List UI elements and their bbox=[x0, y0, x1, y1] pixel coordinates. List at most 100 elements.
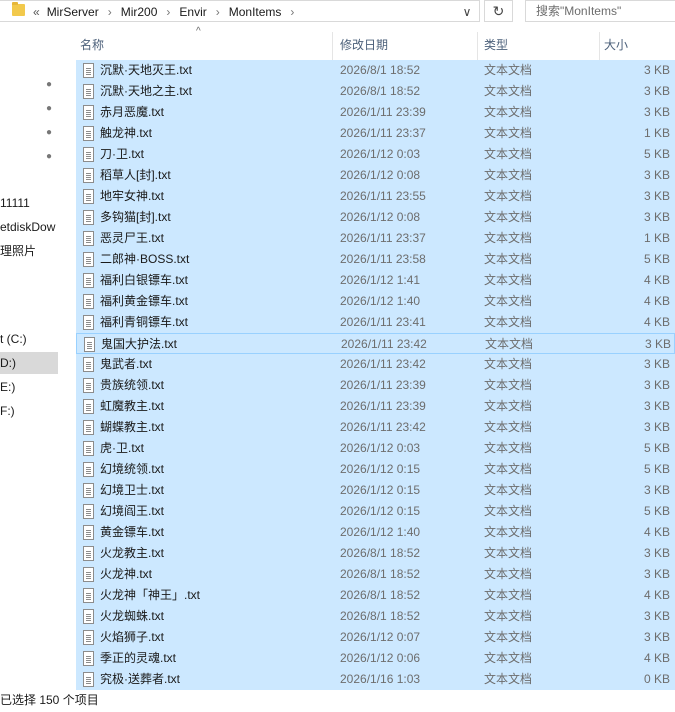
breadcrumb-monitems[interactable]: MonItems bbox=[229, 5, 282, 19]
text-file-icon bbox=[83, 567, 94, 582]
file-row[interactable]: 多钩猫[封].txt 2026/1/12 0:08 文本文档 3 KB bbox=[76, 207, 675, 228]
nav-item-drive-e[interactable]: E:) bbox=[0, 376, 58, 398]
chevron-right-icon[interactable]: › bbox=[290, 5, 294, 19]
file-size: 5 KB bbox=[643, 462, 670, 476]
text-file-icon bbox=[83, 294, 94, 309]
file-type: 文本文档 bbox=[484, 105, 533, 119]
text-file-icon bbox=[83, 105, 94, 120]
nav-item-drive-d[interactable]: D:) bbox=[0, 352, 58, 374]
nav-item-11111[interactable]: 11111 bbox=[0, 192, 58, 214]
file-row[interactable]: 触龙神.txt 2026/1/11 23:37 文本文档 1 KB bbox=[76, 123, 675, 144]
file-name: 幻境阎王.txt bbox=[100, 504, 165, 518]
file-date: 2026/1/11 23:39 bbox=[340, 399, 426, 413]
file-row[interactable]: 幻境卫士.txt 2026/1/12 0:15 文本文档 3 KB bbox=[76, 480, 675, 501]
file-date: 2026/8/1 18:52 bbox=[340, 588, 421, 602]
search-box[interactable] bbox=[525, 0, 675, 22]
file-row[interactable]: 沉默·天地灭王.txt 2026/8/1 18:52 文本文档 3 KB bbox=[76, 60, 675, 81]
chevron-right-icon[interactable]: › bbox=[216, 5, 220, 19]
column-header-date[interactable]: 修改日期 bbox=[336, 26, 476, 60]
file-row[interactable]: 地牢女神.txt 2026/1/11 23:55 文本文档 3 KB bbox=[76, 186, 675, 207]
file-size: 4 KB bbox=[643, 294, 670, 308]
text-file-icon bbox=[83, 588, 94, 603]
file-row[interactable]: 季正的灵魂.txt 2026/1/12 0:06 文本文档 4 KB bbox=[76, 648, 675, 669]
refresh-button[interactable]: ↻ bbox=[484, 0, 513, 22]
text-file-icon bbox=[83, 651, 94, 666]
file-type: 文本文档 bbox=[484, 609, 533, 623]
file-row[interactable]: 刀·卫.txt 2026/1/12 0:03 文本文档 5 KB bbox=[76, 144, 675, 165]
text-file-icon bbox=[83, 84, 94, 99]
file-row[interactable]: 二郎神·BOSS.txt 2026/1/11 23:58 文本文档 5 KB bbox=[76, 249, 675, 270]
file-size: 5 KB bbox=[643, 441, 670, 455]
file-size: 3 KB bbox=[643, 357, 670, 371]
file-row[interactable]: 黄金镖车.txt 2026/1/12 1:40 文本文档 4 KB bbox=[76, 522, 675, 543]
file-type: 文本文档 bbox=[484, 84, 533, 98]
chevron-right-icon[interactable]: › bbox=[166, 5, 170, 19]
column-header-name[interactable]: 名称 bbox=[76, 26, 332, 60]
nav-item-netdisk[interactable]: etdiskDow bbox=[0, 216, 58, 238]
file-row[interactable]: 蝴蝶教主.txt 2026/1/11 23:42 文本文档 3 KB bbox=[76, 417, 675, 438]
file-row[interactable]: 火焰狮子.txt 2026/1/12 0:07 文本文档 3 KB bbox=[76, 627, 675, 648]
file-row[interactable]: 究极·送葬者.txt 2026/1/16 1:03 文本文档 0 KB bbox=[76, 669, 675, 690]
pin-icon[interactable]: ● bbox=[44, 152, 54, 162]
pin-icon[interactable]: ● bbox=[44, 104, 54, 114]
nav-item-drive-f[interactable]: F:) bbox=[0, 400, 58, 422]
file-name: 贵族统领.txt bbox=[100, 378, 165, 392]
file-date: 2026/1/12 0:15 bbox=[340, 483, 421, 497]
file-name: 火龙神.txt bbox=[100, 567, 153, 581]
file-explorer-window: « MirServer › Mir200 › Envir › MonItems … bbox=[0, 0, 675, 712]
file-size: 3 KB bbox=[643, 399, 670, 413]
file-row[interactable]: 福利黄金镖车.txt 2026/1/12 1:40 文本文档 4 KB bbox=[76, 291, 675, 312]
file-row[interactable]: 火龙神.txt 2026/8/1 18:52 文本文档 3 KB bbox=[76, 564, 675, 585]
file-date: 2026/8/1 18:52 bbox=[340, 609, 421, 623]
file-date: 2026/1/12 0:03 bbox=[340, 147, 421, 161]
file-name: 黄金镖车.txt bbox=[100, 525, 165, 539]
file-type: 文本文档 bbox=[484, 567, 533, 581]
file-type: 文本文档 bbox=[484, 420, 533, 434]
file-row[interactable]: 幻境阎王.txt 2026/1/12 0:15 文本文档 5 KB bbox=[76, 501, 675, 522]
nav-item-drive-c[interactable]: t (C:) bbox=[0, 328, 58, 350]
file-row[interactable]: 幻境统领.txt 2026/1/12 0:15 文本文档 5 KB bbox=[76, 459, 675, 480]
column-divider[interactable] bbox=[332, 32, 333, 60]
pin-icon[interactable]: ● bbox=[44, 128, 54, 138]
file-row[interactable]: 福利白银镖车.txt 2026/1/12 1:41 文本文档 4 KB bbox=[76, 270, 675, 291]
breadcrumb-mir200[interactable]: Mir200 bbox=[121, 5, 158, 19]
file-row[interactable]: 稻草人[封].txt 2026/1/12 0:08 文本文档 3 KB bbox=[76, 165, 675, 186]
nav-item-photos[interactable]: 理照片 bbox=[0, 240, 58, 262]
file-row[interactable]: 火龙神「神王」.txt 2026/8/1 18:52 文本文档 4 KB bbox=[76, 585, 675, 606]
file-row[interactable]: 火龙教主.txt 2026/8/1 18:52 文本文档 3 KB bbox=[76, 543, 675, 564]
column-header-size[interactable]: 大小 bbox=[600, 26, 675, 60]
breadcrumb-envir[interactable]: Envir bbox=[179, 5, 206, 19]
navigation-pane: ● ● ● ● 11111 etdiskDow 理照片 t (C:) D:) E… bbox=[0, 26, 58, 686]
chevron-down-icon[interactable]: ∨ bbox=[455, 1, 479, 23]
file-size: 4 KB bbox=[643, 315, 670, 329]
breadcrumb-overflow-icon[interactable]: « bbox=[33, 5, 40, 19]
file-type: 文本文档 bbox=[484, 630, 533, 644]
file-row[interactable]: 沉默·天地之主.txt 2026/8/1 18:52 文本文档 3 KB bbox=[76, 81, 675, 102]
column-divider[interactable] bbox=[477, 32, 478, 60]
column-header-type[interactable]: 类型 bbox=[480, 26, 598, 60]
file-date: 2026/1/12 0:06 bbox=[340, 651, 421, 665]
text-file-icon bbox=[83, 462, 94, 477]
address-bar[interactable]: « MirServer › Mir200 › Envir › MonItems … bbox=[0, 0, 480, 22]
file-size: 3 KB bbox=[643, 546, 670, 560]
chevron-right-icon[interactable]: › bbox=[108, 5, 112, 19]
search-input[interactable] bbox=[526, 1, 675, 21]
file-date: 2026/8/1 18:52 bbox=[340, 84, 421, 98]
file-row[interactable]: 恶灵尸王.txt 2026/1/11 23:37 文本文档 1 KB bbox=[76, 228, 675, 249]
file-date: 2026/1/11 23:37 bbox=[340, 231, 426, 245]
file-row[interactable]: 鬼武者.txt 2026/1/11 23:42 文本文档 3 KB bbox=[76, 354, 675, 375]
file-date: 2026/1/11 23:42 bbox=[341, 337, 427, 351]
pin-icon[interactable]: ● bbox=[44, 80, 54, 90]
file-row[interactable]: 福利青铜镖车.txt 2026/1/11 23:41 文本文档 4 KB bbox=[76, 312, 675, 333]
file-row[interactable]: 贵族统领.txt 2026/1/11 23:39 文本文档 3 KB bbox=[76, 375, 675, 396]
file-name: 触龙神.txt bbox=[100, 126, 153, 140]
file-name: 蝴蝶教主.txt bbox=[100, 420, 165, 434]
file-name: 季正的灵魂.txt bbox=[100, 651, 177, 665]
breadcrumb-mirserver[interactable]: MirServer bbox=[47, 5, 99, 19]
file-row[interactable]: 赤月恶魔.txt 2026/1/11 23:39 文本文档 3 KB bbox=[76, 102, 675, 123]
file-row[interactable]: 虹魔教主.txt 2026/1/11 23:39 文本文档 3 KB bbox=[76, 396, 675, 417]
file-row[interactable]: 鬼国大护法.txt 2026/1/11 23:42 文本文档 3 KB bbox=[76, 333, 675, 354]
file-row[interactable]: 火龙蜘蛛.txt 2026/8/1 18:52 文本文档 3 KB bbox=[76, 606, 675, 627]
file-name: 鬼国大护法.txt bbox=[101, 337, 178, 351]
file-row[interactable]: 虎·卫.txt 2026/1/12 0:03 文本文档 5 KB bbox=[76, 438, 675, 459]
